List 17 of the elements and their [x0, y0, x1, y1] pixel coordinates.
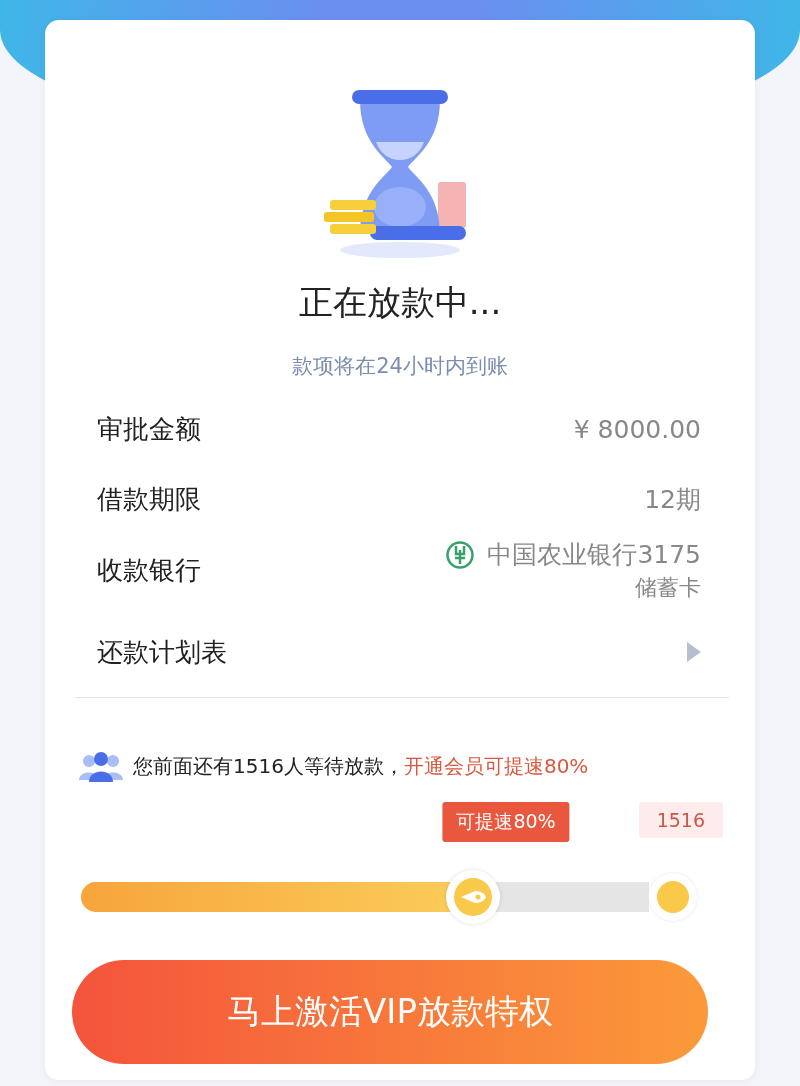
queue-count-badge: 1516 [638, 802, 723, 838]
detail-label: 借款期限 [97, 482, 201, 516]
detail-label: 收款银行 [97, 554, 201, 587]
status-subtitle: 款项将在24小时内到账 [292, 353, 508, 380]
bank-logo-icon [445, 539, 476, 570]
queue-highlight: 开通会员可提速80% [403, 752, 589, 780]
card-type: 储蓄卡 [635, 574, 701, 602]
detail-value: ¥ 8000.00 [573, 414, 701, 444]
repayment-plan-link[interactable]: 还款计划表 [97, 607, 701, 697]
people-icon [79, 750, 123, 782]
speedup-tooltip: 可提速80% [442, 802, 570, 842]
status-title: 正在放款中... [298, 281, 502, 324]
detail-label: 审批金额 [97, 412, 201, 446]
queue-text: 您前面还有1516人等待放款， [133, 752, 404, 780]
play-arrow-icon [687, 642, 701, 662]
detail-value: 12期 [644, 483, 701, 516]
bank-name: 中国农业银行3175 [487, 539, 701, 571]
